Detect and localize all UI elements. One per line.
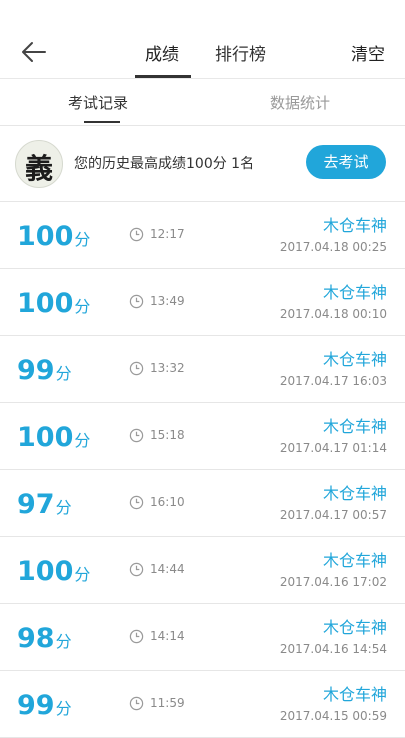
clear-button[interactable]: 清空 xyxy=(351,40,385,65)
record-date: 2017.04.17 16:03 xyxy=(279,374,387,388)
record-date: 2017.04.17 00:57 xyxy=(279,508,387,522)
best-score-text: 您的历史最高成绩100分 1名 xyxy=(74,156,255,172)
record-date: 2017.04.16 17:02 xyxy=(279,575,387,589)
record-score: 100分 xyxy=(17,422,91,453)
record-date: 2017.04.17 01:14 xyxy=(279,441,387,455)
subtab-statistics[interactable]: 数据统计 xyxy=(270,92,330,113)
record-duration: 15:18 xyxy=(150,428,185,442)
record-duration: 13:49 xyxy=(150,294,185,308)
avatar[interactable]: 義 xyxy=(15,140,63,188)
record-score: 100分 xyxy=(17,288,91,319)
record-score: 100分 xyxy=(17,556,91,587)
record-row[interactable]: 99分 13:32 木仓车神 2017.04.17 16:03 xyxy=(0,336,405,403)
exam-record-list: 100分 12:17 木仓车神 2017.04.18 00:25 100分 13… xyxy=(0,202,405,738)
best-score-banner: 義 您的历史最高成绩100分 1名 去考试 xyxy=(0,126,405,202)
record-user: 木仓车神 xyxy=(322,618,387,637)
record-score: 98分 xyxy=(17,623,72,654)
clock-icon xyxy=(129,361,144,376)
tab-ranking[interactable]: 排行榜 xyxy=(215,40,266,65)
record-user: 木仓车神 xyxy=(322,417,387,436)
record-user: 木仓车神 xyxy=(322,283,387,302)
record-duration: 16:10 xyxy=(150,495,185,509)
record-user: 木仓车神 xyxy=(322,484,387,503)
take-exam-button[interactable]: 去考试 xyxy=(306,145,386,179)
record-duration: 11:59 xyxy=(150,696,185,710)
avatar-calligraphy: 義 xyxy=(24,152,53,185)
record-date: 2017.04.18 00:25 xyxy=(279,240,387,254)
record-duration: 14:44 xyxy=(150,562,185,576)
app-header: 成绩 排行榜 清空 xyxy=(0,0,405,79)
subtab-exam-records[interactable]: 考试记录 xyxy=(68,92,128,113)
tab-active-indicator xyxy=(135,75,191,78)
record-user: 木仓车神 xyxy=(322,685,387,704)
tab-scores[interactable]: 成绩 xyxy=(145,40,179,65)
record-user: 木仓车神 xyxy=(322,216,387,235)
clock-icon xyxy=(129,562,144,577)
clock-icon xyxy=(129,629,144,644)
record-duration: 12:17 xyxy=(150,227,185,241)
record-row[interactable]: 100分 12:17 木仓车神 2017.04.18 00:25 xyxy=(0,202,405,269)
subtab-active-indicator xyxy=(84,121,120,123)
record-row[interactable]: 97分 16:10 木仓车神 2017.04.17 00:57 xyxy=(0,470,405,537)
clock-icon xyxy=(129,696,144,711)
record-date: 2017.04.16 14:54 xyxy=(279,642,387,656)
back-arrow-icon[interactable] xyxy=(18,37,48,67)
record-row[interactable]: 99分 11:59 木仓车神 2017.04.15 00:59 xyxy=(0,671,405,738)
record-user: 木仓车神 xyxy=(322,350,387,369)
record-score: 99分 xyxy=(17,690,72,721)
record-row[interactable]: 100分 15:18 木仓车神 2017.04.17 01:14 xyxy=(0,403,405,470)
record-score: 100分 xyxy=(17,221,91,252)
record-score: 99分 xyxy=(17,355,72,386)
record-duration: 13:32 xyxy=(150,361,185,375)
clock-icon xyxy=(129,227,144,242)
record-row[interactable]: 100分 13:49 木仓车神 2017.04.18 00:10 xyxy=(0,269,405,336)
clock-icon xyxy=(129,294,144,309)
clock-icon xyxy=(129,495,144,510)
record-user: 木仓车神 xyxy=(322,551,387,570)
record-date: 2017.04.18 00:10 xyxy=(279,307,387,321)
record-duration: 14:14 xyxy=(150,629,185,643)
record-date: 2017.04.15 00:59 xyxy=(279,709,387,723)
clock-icon xyxy=(129,428,144,443)
record-row[interactable]: 100分 14:44 木仓车神 2017.04.16 17:02 xyxy=(0,537,405,604)
record-score: 97分 xyxy=(17,489,72,520)
sub-tab-bar: 考试记录 数据统计 xyxy=(0,79,405,126)
record-row[interactable]: 98分 14:14 木仓车神 2017.04.16 14:54 xyxy=(0,604,405,671)
